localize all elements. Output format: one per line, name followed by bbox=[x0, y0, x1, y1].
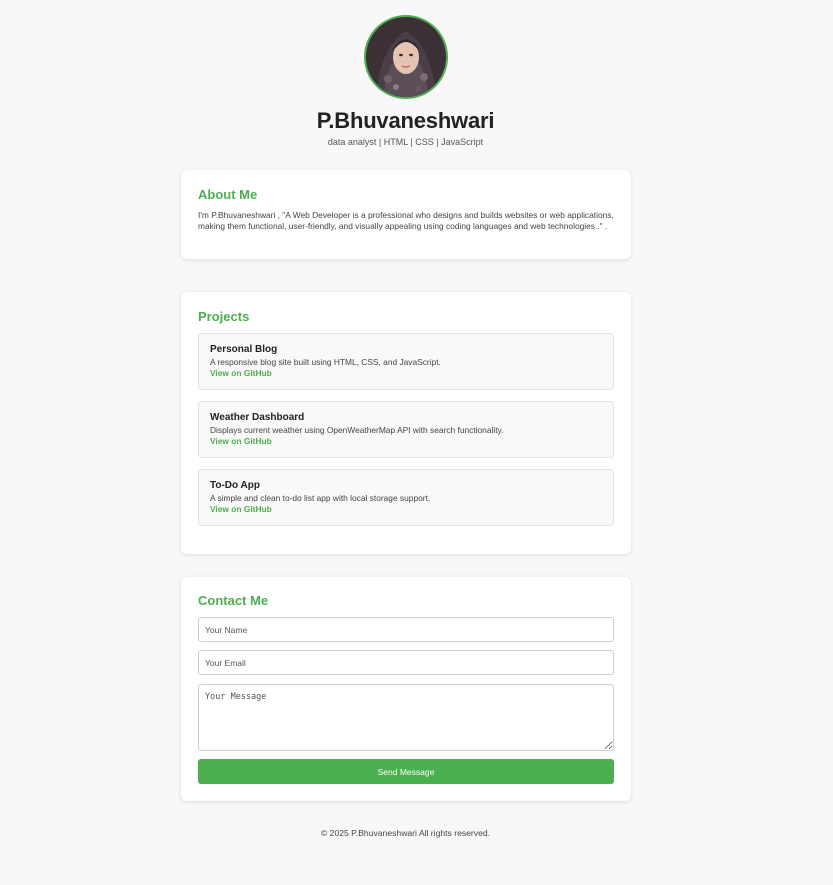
footer-copyright: © 2025 P.Bhuvaneshwari All rights reserv… bbox=[320, 828, 491, 838]
github-link[interactable]: View on GitHub bbox=[210, 368, 272, 378]
project-card-weather-dashboard: Weather Dashboard Displays current weath… bbox=[198, 401, 614, 458]
profile-tagline: data analyst | HTML | CSS | JavaScript bbox=[327, 137, 484, 147]
project-card-personal-blog: Personal Blog A responsive blog site bui… bbox=[198, 333, 614, 390]
projects-heading: Projects bbox=[198, 309, 250, 324]
project-title: Personal Blog bbox=[210, 344, 278, 355]
project-title: Weather Dashboard bbox=[210, 412, 305, 423]
project-description: A simple and clean to-do list app with l… bbox=[210, 493, 431, 503]
avatar-photo bbox=[366, 17, 446, 97]
email-input[interactable] bbox=[198, 650, 614, 675]
profile-name: P.Bhuvaneshwari bbox=[316, 108, 495, 133]
project-description: Displays current weather using OpenWeath… bbox=[210, 425, 504, 435]
contact-heading: Contact Me bbox=[198, 593, 269, 608]
about-text: I'm P.Bhuvaneshwari , "A Web Developer i… bbox=[198, 210, 614, 231]
github-link[interactable]: View on GitHub bbox=[210, 504, 272, 514]
avatar bbox=[364, 15, 448, 99]
send-message-button[interactable]: Send Message bbox=[198, 759, 614, 784]
contact-section: Contact Me Send Message bbox=[181, 577, 631, 801]
projects-section: Projects Personal Blog A responsive blog… bbox=[181, 292, 631, 554]
project-card-todo-app: To-Do App A simple and clean to-do list … bbox=[198, 469, 614, 526]
about-section: About Me I'm P.Bhuvaneshwari , "A Web De… bbox=[181, 170, 631, 259]
project-title: To-Do App bbox=[210, 480, 260, 491]
about-heading: About Me bbox=[198, 187, 258, 202]
project-description: A responsive blog site built using HTML,… bbox=[210, 357, 441, 367]
message-textarea[interactable] bbox=[198, 684, 614, 751]
name-input[interactable] bbox=[198, 617, 614, 642]
github-link[interactable]: View on GitHub bbox=[210, 436, 272, 446]
